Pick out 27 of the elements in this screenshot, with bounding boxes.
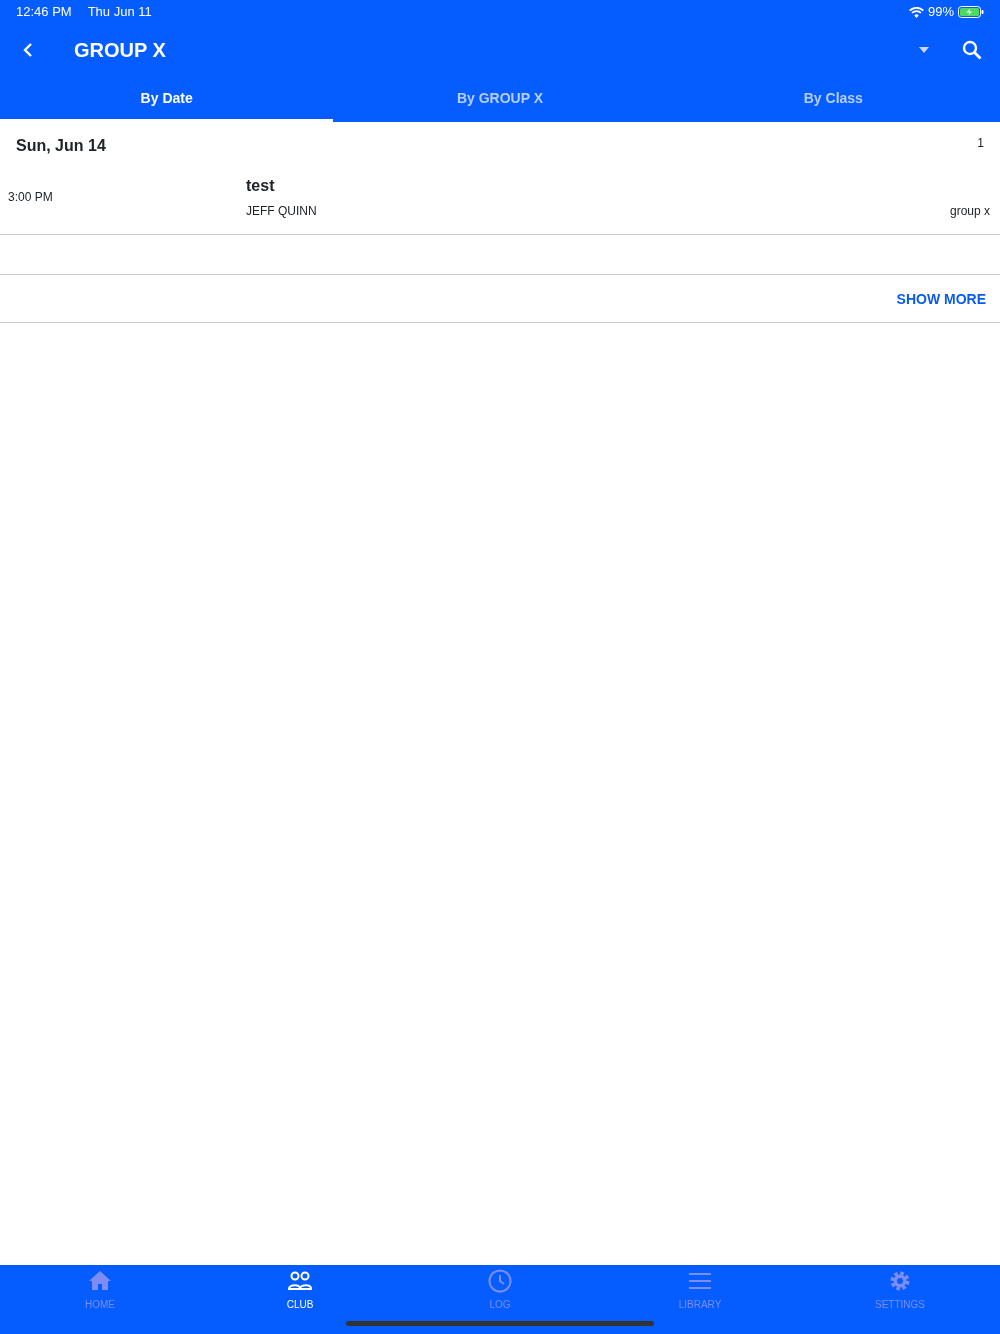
clock-icon [487,1269,513,1293]
status-date: Thu Jun 11 [87,3,152,22]
tab-bar-item[interactable]: SETTINGS [800,1265,1000,1334]
page-title: GROUP X [74,38,166,63]
event-title: test [246,176,276,196]
instructor-name: JEFF QUINN [246,203,318,220]
tab[interactable]: By GROUP X [333,76,667,122]
people-icon [287,1269,313,1293]
tab-bar-item[interactable]: LOG [400,1265,600,1334]
tab-bar-item[interactable]: CLUB [200,1265,400,1334]
tab-bar-item[interactable]: HOME [0,1265,200,1334]
tab[interactable]: By Class [666,76,1000,122]
battery-percent: 99% [927,3,954,22]
tab[interactable]: By Date [0,76,334,122]
event-time: 3:00 PM [8,189,54,206]
chevron-left-icon [22,42,34,58]
show-more-link[interactable]: SHOW MORE [896,289,986,310]
status-time: 12:46 PM [16,3,72,22]
tab-bar-item[interactable]: LIBRARY [600,1265,800,1334]
event-category: group x [949,203,990,220]
house-icon [87,1269,113,1293]
wifi-icon [908,6,924,18]
search-icon [962,40,982,60]
event-count: 1 [977,135,984,152]
battery-icon [958,6,984,18]
caret-icon [918,46,930,54]
section-date: Sun, Jun 14 [16,136,106,156]
